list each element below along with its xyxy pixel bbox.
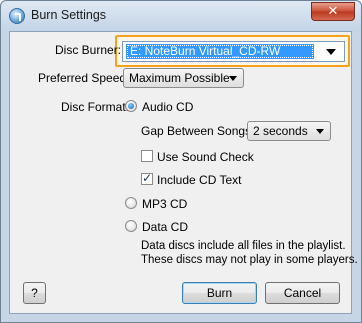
disc-burner-label: Disc Burner: [55,43,122,57]
data-cd-label[interactable]: Data CD [142,220,188,234]
chevron-down-icon [316,129,324,134]
burn-settings-window: Burn Settings ✕ Disc Burner: E: NoteBurn… [0,0,362,323]
help-icon: ? [31,286,38,300]
gap-between-songs-value: 2 seconds [253,124,308,138]
mp3-cd-label[interactable]: MP3 CD [142,197,187,211]
preferred-speed-label: Preferred Speed: [38,71,130,85]
preferred-speed-dropdown[interactable]: Maximum Possible [123,68,244,88]
use-sound-check-checkbox[interactable] [141,150,153,162]
data-disc-note-line2: These discs may not play in some players… [141,254,358,266]
data-cd-radio[interactable] [125,220,137,232]
gap-between-songs-label: Gap Between Songs: [141,124,255,138]
burn-button-label: Burn [206,286,233,300]
burn-button[interactable]: Burn [182,282,257,304]
itunes-app-icon [9,8,25,24]
close-button[interactable]: ✕ [311,2,355,21]
data-disc-note-line1: Data discs include all files in the play… [141,240,346,252]
audio-cd-radio[interactable] [125,100,137,112]
cancel-button-label: Cancel [283,286,322,300]
title-bar[interactable]: Burn Settings ✕ [1,1,361,31]
mp3-cd-radio[interactable] [125,197,137,209]
close-icon: ✕ [327,4,339,19]
disc-burner-selected-value: E: NoteBurn Virtual_CD-RW [126,44,314,59]
disc-format-label: Disc Format: [61,100,130,114]
include-cd-text-label[interactable]: Include CD Text [157,173,242,187]
chevron-down-icon [229,76,237,81]
help-button[interactable]: ? [23,282,46,304]
chevron-down-icon [326,49,336,55]
disc-burner-dropdown[interactable]: E: NoteBurn Virtual_CD-RW [122,41,345,62]
preferred-speed-value: Maximum Possible [129,71,230,85]
audio-cd-label[interactable]: Audio CD [142,100,193,114]
gap-between-songs-dropdown[interactable]: 2 seconds [247,121,331,141]
include-cd-text-checkbox[interactable] [141,171,153,185]
use-sound-check-label[interactable]: Use Sound Check [157,150,254,164]
cancel-button[interactable]: Cancel [265,282,340,304]
window-title: Burn Settings [31,8,107,22]
